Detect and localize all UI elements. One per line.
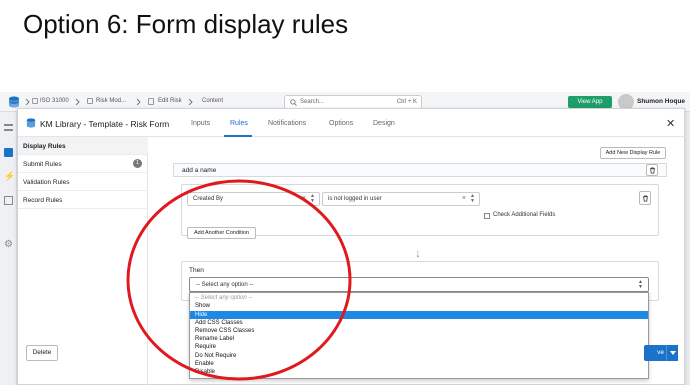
document-icon: [148, 98, 154, 105]
left-rail: ⚡ ⚙: [0, 112, 17, 385]
chevron-down-icon: [670, 351, 676, 355]
condition-field-select[interactable]: Created By × ▲ ▼: [187, 192, 320, 206]
tab-notifications[interactable]: Notifications: [268, 120, 306, 127]
dropdown-option[interactable]: Show: [190, 302, 648, 310]
breadcrumb-item-2[interactable]: Risk Mod...: [96, 98, 126, 104]
sidebar-item-label: Submit Rules: [23, 161, 62, 168]
tab-design[interactable]: Design: [373, 120, 395, 127]
search-input[interactable]: Search... Ctrl + K: [284, 95, 422, 109]
dropdown-option[interactable]: Require: [190, 343, 648, 351]
sidebar-item-validation-rules[interactable]: Validation Rules: [18, 173, 148, 191]
chevron-right-icon: [188, 99, 193, 105]
sidebar-item-display-rules[interactable]: Display Rules: [18, 137, 148, 155]
document-icon[interactable]: [4, 148, 13, 157]
condition-operator-select[interactable]: is not logged in user × ▲ ▼: [322, 192, 480, 206]
delete-button[interactable]: Delete: [26, 345, 58, 361]
database-icon[interactable]: [8, 96, 20, 108]
condition-operator-value: is not logged in user: [328, 196, 382, 202]
tab-inputs[interactable]: Inputs: [191, 120, 210, 127]
slide-title: Option 6: Form display rules: [23, 9, 349, 39]
delete-condition-button[interactable]: [639, 191, 651, 205]
dropdown-option[interactable]: Hide: [190, 310, 648, 319]
trash-icon: [649, 167, 656, 174]
tab-rules[interactable]: Rules: [230, 120, 248, 127]
then-action-select[interactable]: -- Select any option -- ▲ ▼: [189, 277, 649, 292]
arrow-down-icon: ↓: [415, 246, 421, 260]
search-placeholder: Search...: [300, 99, 325, 105]
modal-header: KM Library - Template - Risk Form Inputs…: [18, 109, 686, 137]
then-label: Then: [189, 267, 204, 274]
breadcrumb-item-4[interactable]: Content: [202, 98, 223, 104]
then-action-value: -- Select any option --: [196, 282, 254, 288]
clear-icon[interactable]: ×: [462, 195, 466, 202]
active-tab-indicator: [224, 135, 252, 137]
folder-icon: [87, 98, 93, 104]
search-shortcut: Ctrl + K: [396, 99, 417, 105]
grid-icon[interactable]: [4, 196, 13, 205]
add-condition-button[interactable]: Add Another Condition: [187, 227, 256, 239]
form-modal: KM Library - Template - Risk Form Inputs…: [17, 108, 686, 385]
condition-field-value: Created By: [193, 196, 224, 202]
tab-options[interactable]: Options: [329, 120, 353, 127]
dropdown-option[interactable]: Do Not Require: [190, 352, 648, 360]
app-window: ISO 31000 Risk Mod... Edit Risk Content …: [0, 92, 690, 385]
chevron-right-icon: [25, 99, 30, 105]
view-app-button[interactable]: View App: [568, 96, 612, 108]
sidebar-item-submit-rules[interactable]: Submit Rules 1: [18, 155, 148, 173]
dropdown-option[interactable]: Add CSS Classes: [190, 319, 648, 327]
select-arrows-icon: ▲ ▼: [638, 279, 643, 290]
folder-icon: [32, 98, 38, 104]
trash-icon: [642, 195, 649, 202]
breadcrumb-item-3[interactable]: Edit Risk: [158, 98, 182, 104]
chevron-right-icon: [75, 99, 80, 105]
sidebar-item-record-rules[interactable]: Record Rules: [18, 191, 148, 209]
menu-icon[interactable]: [4, 124, 13, 131]
clear-icon[interactable]: ×: [302, 195, 306, 202]
save-dropdown-button[interactable]: [666, 345, 678, 361]
gear-icon[interactable]: ⚙: [4, 240, 13, 250]
database-icon: [26, 118, 36, 128]
save-button[interactable]: ve: [644, 345, 666, 361]
bolt-icon[interactable]: ⚡: [4, 172, 15, 181]
dropdown-option[interactable]: Enable: [190, 360, 648, 368]
user-name[interactable]: Shumon Hoque: [637, 98, 685, 105]
dropdown-option[interactable]: Remove CSS Classes: [190, 327, 648, 335]
sidebar-item-label: Validation Rules: [23, 179, 70, 186]
modal-title: KM Library - Template - Risk Form: [40, 119, 170, 129]
check-additional-fields-checkbox[interactable]: [484, 213, 490, 219]
chevron-right-icon: [136, 99, 141, 105]
then-action-dropdown: -- Select any option -- Show Hide Add CS…: [189, 292, 649, 379]
sidebar-item-label: Record Rules: [23, 197, 63, 204]
dropdown-option[interactable]: -- Select any option --: [190, 294, 648, 302]
breadcrumb-item-1[interactable]: ISO 31000: [40, 98, 69, 104]
select-arrows-icon: ▲ ▼: [310, 193, 315, 204]
add-display-rule-button[interactable]: Add New Display Rule: [600, 147, 666, 159]
dropdown-option[interactable]: Rename Label: [190, 335, 648, 343]
sidebar-item-label: Display Rules: [23, 143, 66, 150]
dropdown-option[interactable]: Disable: [190, 368, 648, 376]
check-additional-fields-label: Check Additional Fields: [493, 212, 556, 218]
search-icon: [290, 99, 297, 106]
count-badge: 1: [133, 159, 142, 168]
select-arrows-icon: ▲ ▼: [470, 193, 475, 204]
rule-name-field[interactable]: add a name: [173, 163, 667, 177]
close-icon[interactable]: ✕: [666, 117, 675, 130]
delete-rule-button[interactable]: [646, 164, 658, 176]
